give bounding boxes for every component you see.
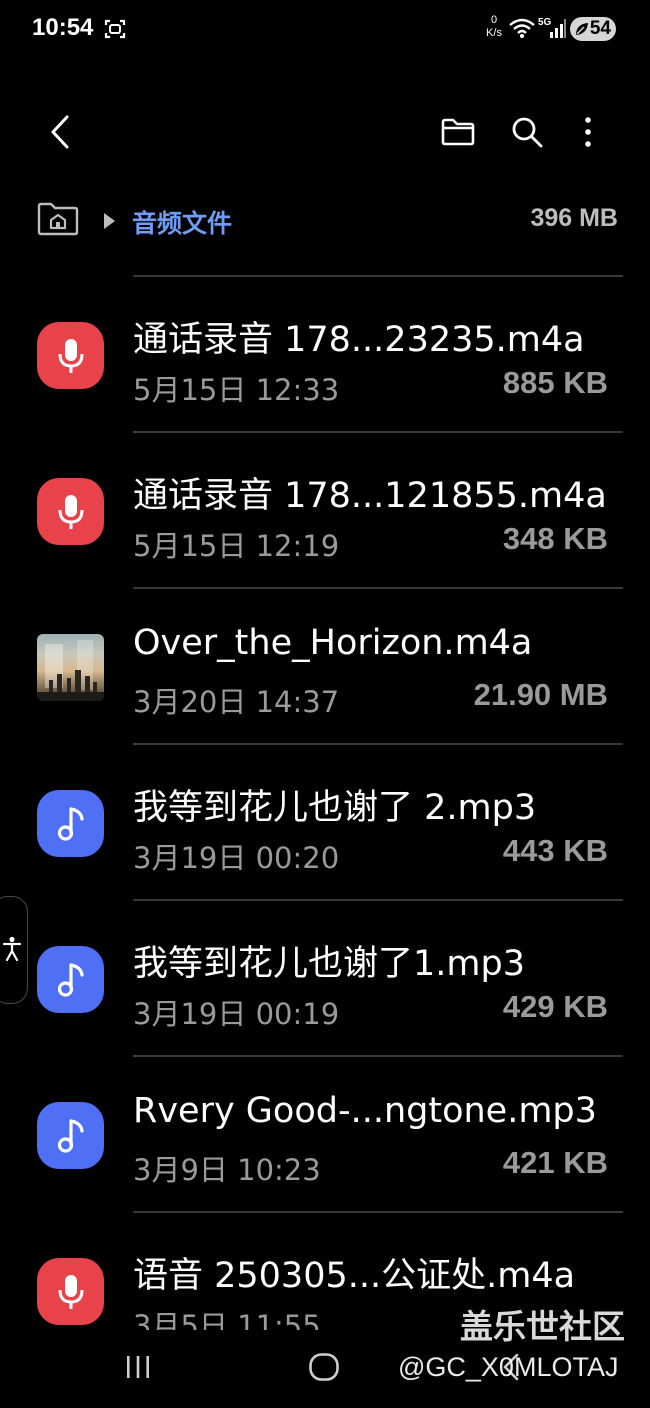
file-date: 3月19日 00:19: [133, 997, 340, 1031]
search-icon: [512, 117, 543, 148]
battery-indicator: 54: [570, 17, 616, 41]
music-note-icon: [37, 790, 104, 857]
network-speed-value: 0: [490, 14, 498, 26]
file-size: 885 KB: [502, 365, 608, 400]
battery-level: 54: [589, 18, 611, 39]
file-size: 443 KB: [502, 833, 608, 868]
list-divider: [133, 431, 623, 433]
home-button[interactable]: [304, 1350, 344, 1388]
power-saving-leaf-icon: [574, 21, 590, 41]
accessibility-button[interactable]: [0, 896, 28, 1004]
new-folder-button[interactable]: [434, 108, 482, 156]
file-size: 21.90 MB: [473, 677, 608, 712]
file-list-item[interactable]: Over_the_Horizon.m4a 3月20日 14:37 21.90 M…: [0, 587, 650, 743]
network-speed: 0 K/s: [482, 14, 506, 40]
file-list-item[interactable]: 我等到花儿也谢了 2.mp3 3月19日 00:20 443 KB: [0, 743, 650, 899]
folder-icon: [441, 118, 475, 146]
home-folder-icon: [37, 202, 79, 236]
breadcrumb-current-folder[interactable]: 音频文件: [132, 204, 232, 240]
home-folder-button[interactable]: [36, 201, 80, 237]
folder-storage-size: 396 MB: [530, 204, 618, 232]
album-art-thumbnail: [37, 634, 104, 701]
list-divider: [133, 1211, 623, 1213]
list-divider: [133, 899, 623, 901]
microphone-icon: [37, 322, 104, 389]
list-divider: [133, 743, 623, 745]
file-name: 通话录音 178...121855.m4a: [133, 476, 607, 516]
file-list-item[interactable]: Rvery Good-...ngtone.mp3 3月9日 10:23 421 …: [0, 1055, 650, 1211]
signal-icon: 5G: [538, 16, 566, 44]
file-name: Over_the_Horizon.m4a: [133, 623, 533, 663]
file-date: 3月9日 10:23: [133, 1153, 321, 1187]
search-button[interactable]: [503, 108, 551, 156]
network-speed-unit: K/s: [486, 27, 502, 39]
watermark-logo: 盖乐世社区: [460, 1307, 625, 1346]
more-vertical-icon: [585, 117, 591, 147]
breadcrumb: 音频文件 396 MB: [36, 198, 626, 244]
more-options-button[interactable]: [564, 108, 612, 156]
file-name: 我等到花儿也谢了 2.mp3: [133, 788, 537, 828]
home-icon: [309, 1353, 339, 1381]
music-note-icon: [37, 1102, 104, 1169]
file-size: 421 KB: [502, 1145, 608, 1180]
file-date: 5月15日 12:19: [133, 529, 340, 563]
microphone-icon: [37, 478, 104, 545]
recents-button[interactable]: [118, 1350, 158, 1388]
file-name: 语音 250305...公证处.m4a: [133, 1256, 576, 1296]
wifi-icon: [508, 16, 536, 44]
file-name: Rvery Good-...ngtone.mp3: [133, 1091, 597, 1131]
file-name: 通话录音 178...23235.m4a: [133, 320, 585, 360]
back-button[interactable]: [36, 108, 84, 156]
status-bar: 10:54 0 K/s 5G 54: [0, 0, 650, 60]
file-date: 5月15日 12:33: [133, 373, 340, 407]
list-divider: [133, 275, 623, 277]
file-date: 3月19日 00:20: [133, 841, 340, 875]
file-list-item[interactable]: 通话录音 178...121855.m4a 5月15日 12:19 348 KB: [0, 431, 650, 587]
recents-icon: [127, 1356, 149, 1378]
network-type: 5G: [538, 17, 552, 28]
file-list-item[interactable]: 我等到花儿也谢了1.mp3 3月19日 00:19 429 KB: [0, 899, 650, 1055]
breadcrumb-separator-icon: [102, 212, 116, 234]
accessibility-icon: [2, 936, 22, 966]
microphone-icon: [37, 1258, 104, 1325]
chevron-left-icon: [51, 115, 69, 149]
watermark-handle: @GC_X0MLOTAJ: [398, 1352, 619, 1382]
list-divider: [133, 1055, 623, 1057]
list-divider: [133, 587, 623, 589]
file-list-item[interactable]: 通话录音 178...23235.m4a 5月15日 12:33 885 KB: [0, 275, 650, 431]
file-date: 3月20日 14:37: [133, 685, 340, 719]
file-name: 我等到花儿也谢了1.mp3: [133, 944, 525, 984]
file-size: 348 KB: [502, 521, 608, 556]
file-list: 通话录音 178...23235.m4a 5月15日 12:33 885 KB …: [0, 275, 650, 1367]
status-time: 10:54: [32, 14, 94, 41]
screenshot-icon: [104, 18, 126, 44]
file-size: 429 KB: [502, 989, 608, 1024]
music-note-icon: [37, 946, 104, 1013]
